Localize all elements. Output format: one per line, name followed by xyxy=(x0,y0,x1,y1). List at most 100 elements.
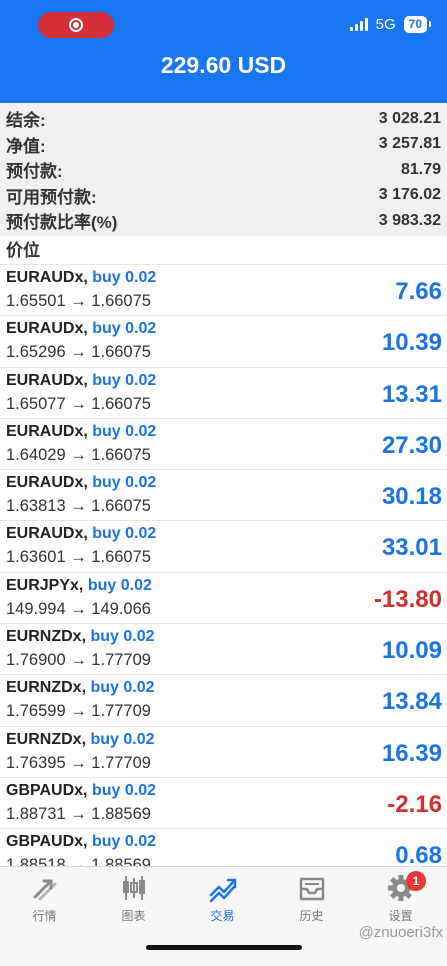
positions-section-header: 价位 xyxy=(0,236,447,265)
position-side-volume: buy 0.02 xyxy=(91,833,156,851)
tab-label: 设置 xyxy=(388,909,413,923)
position-row[interactable]: EURAUDx, buy 0.02 1.63601 → 1.66075 33.01 xyxy=(0,521,447,573)
position-side-volume: buy 0.02 xyxy=(90,730,155,748)
position-profit: 13.84 xyxy=(381,688,442,716)
position-profit: 10.09 xyxy=(381,637,442,665)
position-prices: 1.63813 → 1.66075 xyxy=(6,497,151,516)
tab-history[interactable]: 历史 xyxy=(267,873,356,924)
position-side-volume: buy 0.02 xyxy=(92,320,157,338)
position-symbol-line: EURAUDx, buy 0.02 xyxy=(6,320,156,338)
position-symbol-line: EURAUDx, buy 0.02 xyxy=(6,269,156,287)
position-prices: 1.88731 → 1.88569 xyxy=(6,804,151,823)
summary-value: 3 257.81 xyxy=(378,135,441,153)
position-prices: 1.88518 → 1.88569 xyxy=(6,856,151,866)
position-row[interactable]: EURJPYx, buy 0.02 149.994 → 149.066 -13.80 xyxy=(0,572,447,625)
top-bar: 5G 70 229.60 USD xyxy=(0,0,447,103)
position-side-volume: buy 0.02 xyxy=(87,576,152,594)
watermark-text: @znuoeri3fx xyxy=(358,924,443,941)
position-prices: 1.64029 → 1.66075 xyxy=(6,445,151,464)
summary-row-balance: 结余: 3 028.21 xyxy=(0,106,447,132)
position-row[interactable]: GBPAUDx, buy 0.02 1.88518 → 1.88569 0.68 xyxy=(0,829,447,866)
position-row[interactable]: EURAUDx, buy 0.02 1.64029 → 1.66075 27.30 xyxy=(0,418,447,471)
position-prices: 149.994 → 149.066 xyxy=(6,599,151,618)
position-row[interactable]: EURAUDx, buy 0.02 1.63813 → 1.66075 30.18 xyxy=(0,470,447,522)
tab-label: 历史 xyxy=(299,909,324,923)
position-symbol-line: EURAUDx, buy 0.02 xyxy=(6,423,156,441)
position-symbol-line: GBPAUDx, buy 0.02 xyxy=(6,782,156,800)
summary-value: 3 983.32 xyxy=(378,211,441,229)
screen-recording-indicator[interactable] xyxy=(38,12,114,38)
position-symbol: EURNZDx, xyxy=(6,628,87,646)
position-profit: 30.18 xyxy=(381,483,442,511)
tab-label: 图表 xyxy=(121,909,146,923)
position-side-volume: buy 0.02 xyxy=(90,679,155,697)
position-prices: 1.65296 → 1.66075 xyxy=(6,343,151,362)
summary-label: 可用预付款: xyxy=(6,187,97,207)
position-side-volume: buy 0.02 xyxy=(91,781,156,799)
position-profit: 33.01 xyxy=(381,534,442,562)
summary-row-margin: 预付款: 81.79 xyxy=(0,157,447,183)
position-symbol: EURAUDx, xyxy=(6,269,88,286)
position-row[interactable]: GBPAUDx, buy 0.02 1.88731 → 1.88569 -2.16 xyxy=(0,777,447,830)
cellular-signal-icon xyxy=(349,18,368,31)
position-side-volume: buy 0.02 xyxy=(92,269,157,286)
position-profit: 10.39 xyxy=(381,329,442,357)
position-symbol: EURAUDx, xyxy=(6,474,88,492)
position-symbol-line: EURNZDx, buy 0.02 xyxy=(6,731,155,749)
summary-value: 3 028.21 xyxy=(378,109,441,127)
position-prices: 1.76395 → 1.77709 xyxy=(6,753,151,772)
candlestick-icon xyxy=(122,876,145,900)
position-profit: 0.68 xyxy=(395,842,442,866)
position-row[interactable]: EURAUDx, buy 0.02 1.65077 → 1.66075 13.31 xyxy=(0,367,447,419)
position-prices: 1.65077 → 1.66075 xyxy=(6,394,151,413)
position-profit: 16.39 xyxy=(381,739,442,767)
history-inbox-icon xyxy=(299,877,324,901)
position-symbol: EURJPYx, xyxy=(6,576,84,594)
position-symbol-line: EURAUDx, buy 0.02 xyxy=(6,474,156,492)
battery-indicator: 70 xyxy=(403,16,432,33)
tab-trade[interactable]: 交易 xyxy=(178,873,267,924)
position-prices: 1.65501 → 1.66075 xyxy=(6,292,151,310)
home-indicator[interactable] xyxy=(146,945,302,950)
positions-list[interactable]: EURAUDx, buy 0.02 1.65501 → 1.66075 7.66 EU… xyxy=(0,265,447,866)
quotes-arrows-icon xyxy=(33,879,56,901)
tab-settings[interactable]: 1 设置 xyxy=(356,871,445,924)
summary-label: 预付款: xyxy=(6,162,63,182)
tab-label: 行情 xyxy=(32,909,57,923)
position-symbol: EURNZDx, xyxy=(6,679,87,697)
position-row[interactable]: EURAUDx, buy 0.02 1.65501 → 1.66075 7.66 xyxy=(0,265,447,317)
position-profit: -2.16 xyxy=(387,790,442,818)
summary-row-free-margin: 可用预付款: 3 176.02 xyxy=(0,183,447,209)
position-row[interactable]: EURNZDx, buy 0.02 1.76599 → 1.77709 13.84 xyxy=(0,675,447,727)
position-row[interactable]: EURAUDx, buy 0.02 1.65296 → 1.66075 10.39 xyxy=(0,316,447,368)
position-side-volume: buy 0.02 xyxy=(92,474,157,492)
bottom-tab-bar: 行情 图表 交易 历史 1 设置 xyxy=(0,866,447,966)
account-summary: 结余: 3 028.21 净值: 3 257.81 预付款: 81.79 可用预… xyxy=(0,103,447,236)
position-symbol-line: EURNZDx, buy 0.02 xyxy=(6,679,155,697)
position-symbol-line: EURJPYx, buy 0.02 xyxy=(6,577,152,595)
page-title: 229.60 USD xyxy=(160,52,287,78)
position-symbol: GBPAUDx, xyxy=(6,833,88,851)
summary-label: 净值: xyxy=(6,136,46,156)
trade-trend-icon xyxy=(209,878,236,903)
position-side-volume: buy 0.02 xyxy=(92,525,157,543)
position-symbol: EURAUDx, xyxy=(6,525,88,543)
summary-row-equity: 净值: 3 257.81 xyxy=(0,132,447,158)
network-type: 5G xyxy=(375,16,396,33)
notification-badge: 1 xyxy=(406,871,426,891)
position-profit: 7.66 xyxy=(395,278,442,305)
position-row[interactable]: EURNZDx, buy 0.02 1.76900 → 1.77709 10.09 xyxy=(0,624,447,676)
position-symbol-line: EURAUDx, buy 0.02 xyxy=(6,525,156,543)
position-side-volume: buy 0.02 xyxy=(92,422,157,440)
tab-label: 交易 xyxy=(210,909,235,923)
position-side-volume: buy 0.02 xyxy=(92,371,157,389)
position-profit: 13.31 xyxy=(381,380,442,408)
tab-charts[interactable]: 图表 xyxy=(89,873,178,924)
position-row[interactable]: EURNZDx, buy 0.02 1.76395 → 1.77709 16.39 xyxy=(0,726,447,778)
position-prices: 1.63601 → 1.66075 xyxy=(6,548,151,567)
position-profit: 27.30 xyxy=(381,431,442,459)
tab-quotes[interactable]: 行情 xyxy=(0,873,89,924)
position-symbol: EURAUDx, xyxy=(6,422,88,440)
position-symbol: EURNZDx, xyxy=(6,730,87,748)
summary-value: 81.79 xyxy=(400,160,441,178)
